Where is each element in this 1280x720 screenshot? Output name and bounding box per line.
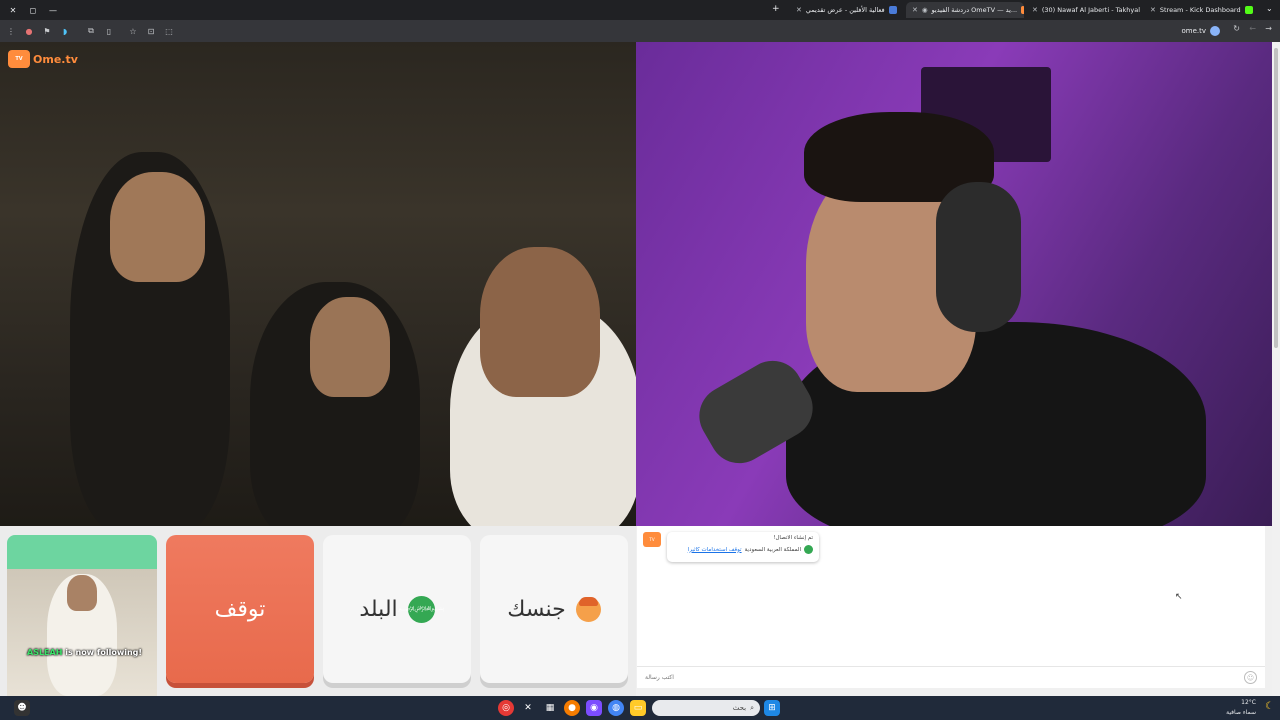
self-camera-preview: ASLEAH is now following! [7,535,157,696]
obs-icon[interactable]: ◎ [498,700,514,716]
windows-taskbar: ☻ ◎ ✕ ▦ ● ◉ ◍ ▭ بحث ⌕ ⊞ 12°C سماء صافية … [0,696,1280,720]
slides-icon [888,6,897,14]
x-app-icon[interactable]: ✕ [520,700,536,716]
restore-window-icon[interactable]: ◻ [26,3,40,17]
chat-panel: TV تم إنشاء الاتصال! المملكة العربية الس… [637,526,1265,688]
new-tab-icon[interactable]: + [772,4,780,14]
chat-message: تم إنشاء الاتصال! المملكة العربية السعود… [667,532,819,562]
extensions-puzzle-icon[interactable]: ⧉ [84,24,98,38]
chat-input-row: ☺ [637,666,1265,688]
follow-alert: ASLEAH is now following! [27,648,142,657]
follow-username: ASLEAH [27,648,63,657]
gender-button[interactable]: جنسك [480,535,628,683]
tab-title: (30) Nawaf Al Jaberti - Takhyal [1041,6,1141,14]
app-icon[interactable]: ▦ [542,700,558,716]
stop-label: توقف [214,596,266,622]
browser-toolbar: ⋮ ● ⚑ ◗ ⧉ ▯ ☆ ⊡ ⬚ ome.tv ↻ ← → [0,20,1280,42]
tab-title: Stream - Kick Dashboard [1159,6,1241,14]
tab-3[interactable]: ✕ ◉ دردشة الفيديو OmeTV — يد... [906,2,1024,18]
ometv-logo: TV Ome.tv [8,50,78,68]
boy-icon [575,596,601,622]
tab-title: دردشة الفيديو OmeTV — يد... [931,6,1018,14]
screenshot-icon[interactable]: ⬚ [162,24,176,38]
emoji-icon[interactable]: ☺ [1244,671,1257,684]
sound-icon[interactable]: ◗ [58,24,72,38]
weather-description: سماء صافية [1226,709,1256,716]
streamer-avatar-icon[interactable]: ☻ [14,700,30,716]
split-view-icon[interactable]: ▯ [102,24,116,38]
windows-start-icon[interactable]: ⊞ [764,700,780,716]
tab-close-icon[interactable]: ✕ [1032,6,1038,14]
taskbar-search[interactable]: بحث ⌕ [652,700,760,716]
self-face [67,575,97,611]
tab-2[interactable]: ✕ (30) Nawaf Al Jaberti - Takhyal [1026,2,1144,18]
follow-message: is now following! [65,648,143,657]
stranger-video: TV Ome.tv [0,42,636,526]
chat-link[interactable]: توقف استخدامات كاثيرا [688,547,742,553]
stop-button[interactable]: توقف [166,535,314,683]
country-name: المملكة العربية السعودية [744,546,801,553]
saudi-flag-icon [804,545,813,554]
extension-icon[interactable]: ⚑ [40,24,54,38]
cast-icon[interactable]: ⊡ [144,24,158,38]
address-bar[interactable]: ome.tv [1181,24,1220,38]
stranger-face [110,172,205,282]
search-placeholder: بحث [732,704,747,712]
tab-search-icon[interactable]: ⌄ [1266,4,1273,13]
site-info-icon[interactable] [1210,26,1220,36]
search-icon: ⌕ [750,703,754,712]
close-window-icon[interactable]: ✕ [6,3,20,17]
tab-4[interactable]: ✕ فعالية الأفلين - عرض تقديمي [790,2,906,18]
chrome-icon[interactable]: ◍ [608,700,624,716]
browser-app-icon[interactable]: ● [564,700,580,716]
stranger-face [310,297,390,397]
extension-icon[interactable]: ● [22,24,36,38]
chat-input[interactable] [645,674,1205,681]
ometv-avatar-icon: TV [643,532,661,547]
browser-tab-strip: ✕ ◻ — + ✕ فعالية الأفلين - عرض تقديمي ✕ … [0,0,1280,20]
self-camera-image [7,569,157,696]
headphones-icon [936,182,1021,332]
scrollbar-thumb[interactable] [1274,48,1278,348]
menu-icon[interactable]: ⋮ [4,24,18,38]
tab-close-icon[interactable]: ✕ [796,6,802,14]
country-label: البلد [359,596,398,622]
moon-icon: ☾ [1265,701,1274,712]
reload-icon[interactable]: ↻ [1233,24,1240,33]
audio-icon: ◉ [921,6,928,14]
control-panel: ASLEAH is now following! توقف البلد ﷽ جن… [0,526,636,696]
weather-widget[interactable]: 12°C سماء صافية [1226,698,1256,718]
stranger-face [480,247,600,397]
ometv-tv-icon: TV [8,50,30,68]
bookmark-star-icon[interactable]: ☆ [126,24,140,38]
saudi-flag-icon: ﷽ [398,595,444,623]
own-video [636,42,1272,526]
tab-1[interactable]: ✕ Stream - Kick Dashboard [1144,2,1262,18]
discord-icon[interactable]: ◉ [586,700,602,716]
minimize-window-icon[interactable]: — [46,3,60,17]
page-scrollbar[interactable] [1272,42,1280,696]
gender-label: جنسك [507,596,566,622]
tab-close-icon[interactable]: ✕ [912,6,918,14]
logo-text: Ome.tv [33,52,78,66]
address-domain: ome.tv [1181,27,1206,35]
mouse-cursor-icon: ↖ [1175,592,1183,602]
file-explorer-icon[interactable]: ▭ [630,700,646,716]
ometv-page: TV Ome.tv ASLEAH is now following! توقف … [0,42,1280,696]
connection-text: تم إنشاء الاتصال! [773,535,813,541]
ometv-favicon-icon [1021,6,1024,14]
kick-favicon-icon [1244,6,1253,14]
tab-title: فعالية الأفلين - عرض تقديمي [805,6,885,14]
forward-icon[interactable]: ← [1249,24,1256,33]
back-icon[interactable]: → [1265,24,1272,33]
country-button[interactable]: البلد ﷽ [323,535,471,683]
tab-close-icon[interactable]: ✕ [1150,6,1156,14]
temperature: 12°C [1241,699,1256,706]
